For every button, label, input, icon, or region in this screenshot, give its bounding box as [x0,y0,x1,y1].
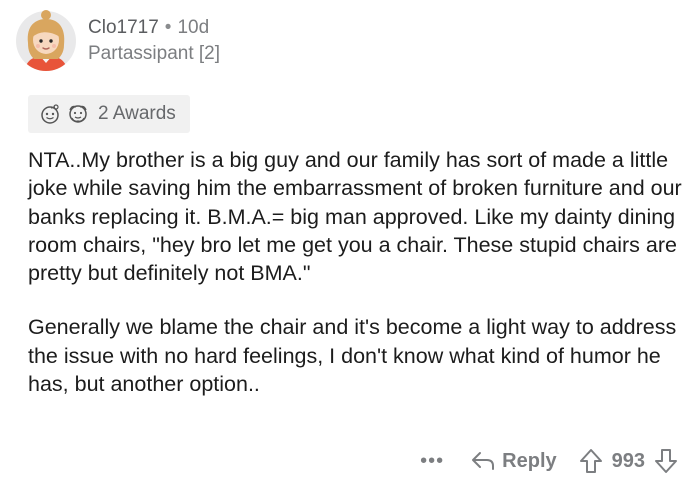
awards-button[interactable]: 2 Awards [28,95,190,133]
more-options-button[interactable]: ••• [420,450,444,473]
hugz-award-icon [66,102,90,126]
downvote-icon[interactable] [654,448,678,474]
comment-action-bar: ••• Reply 993 [420,446,678,476]
avatar[interactable] [14,9,78,73]
awards-label: 2 Awards [98,103,176,124]
wholesome-award-icon [38,102,62,126]
author-line: Clo1717 • 10d [88,16,220,40]
score: 993 [611,449,645,472]
separator-dot: • [164,17,172,38]
avatar-icon [16,10,76,71]
reply-label: Reply [502,449,557,472]
reply-icon [472,452,495,470]
comment-paragraph: Generally we blame the chair and it's be… [28,315,677,397]
upvote-icon[interactable] [579,448,603,474]
username[interactable]: Clo1717 [88,17,159,38]
comment-body: NTA..My brother is a big guy and our fam… [28,146,688,398]
comment-age: 10d [177,17,210,38]
reply-button[interactable]: Reply [470,449,557,473]
comment: Clo1717 • 10d Partassipant [2] 2 Awards … [0,0,700,488]
comment-paragraph: NTA..My brother is a big guy and our fam… [28,148,682,286]
user-flair: Partassipant [2] [88,43,221,64]
comment-meta: Clo1717 • 10d Partassipant [2] [88,16,220,66]
vote-controls: 993 [579,448,678,474]
